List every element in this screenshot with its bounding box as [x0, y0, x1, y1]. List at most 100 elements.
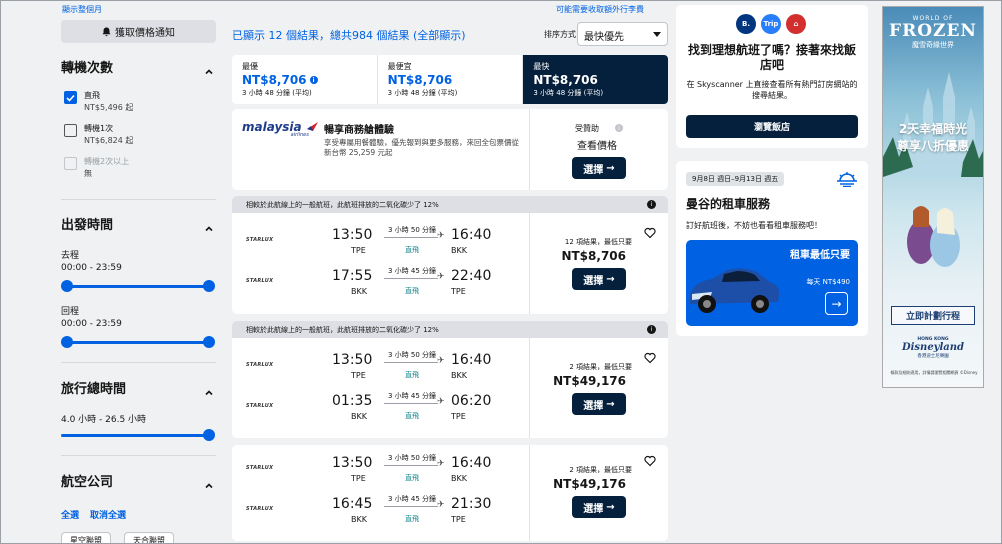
slider-handle-max[interactable]: [203, 280, 215, 292]
stops-option-label: 轉機1次: [84, 124, 114, 133]
flight-duration: 3 小時 50 分鐘: [387, 351, 437, 359]
checkbox-disabled: [64, 157, 77, 170]
route-line: [384, 465, 438, 466]
baggage-fees-link[interactable]: 可能需要收取額外行李費: [556, 4, 644, 15]
price-column: 2 項結果，最低只要 NT$49,176 選擇 →: [529, 445, 668, 541]
stops-option-price: NT$6,824 起: [84, 136, 134, 145]
view-price-label: 查看價格: [577, 141, 617, 152]
stops-label: 直飛: [405, 474, 419, 482]
arrival-time: 16:40: [451, 455, 492, 471]
car-hire-promo[interactable]: 租車最低只要 每天 NT$490 →: [686, 240, 858, 326]
divider: [61, 455, 216, 456]
arrival-time: 16:40: [451, 352, 492, 368]
arrow-right-icon: →: [606, 398, 615, 410]
stops-label: 直飛: [405, 371, 419, 379]
select-all-link[interactable]: 全選: [61, 508, 79, 521]
divider: [61, 362, 216, 363]
starlux-logo: STARLUX: [246, 465, 274, 471]
arrival-airport: BKK: [451, 474, 467, 483]
plane-icon: ✈: [437, 500, 445, 510]
checkbox-checked[interactable]: [64, 91, 77, 104]
plane-icon: ✈: [437, 356, 445, 366]
starlux-logo: STARLUX: [246, 278, 274, 284]
stops-title: 轉機次數: [61, 61, 114, 76]
tab-best[interactable]: 最優 NT$8,706 i 3 小時 48 分鐘 (平均): [232, 55, 378, 104]
co2-banner: 相較於此航線上的一般航班，此航班排放的二氧化碳少了 12% i: [232, 196, 668, 213]
chevron-up-icon[interactable]: [204, 62, 214, 75]
stops-option-direct[interactable]: 直飛 NT$5,496 起: [64, 90, 133, 114]
tab-duration: 3 小時 48 分鐘 (平均): [387, 89, 458, 97]
alliance-button[interactable]: 天合聯盟: [124, 532, 174, 544]
arrow-right-icon[interactable]: →: [825, 292, 848, 315]
heart-icon[interactable]: [644, 227, 656, 239]
castle-image: [883, 72, 983, 267]
result-card[interactable]: STARLUX 13:50 TPE 3 小時 50 分鐘 ✈ 直飛 16:40 …: [232, 338, 668, 438]
show-whole-month-link[interactable]: 顯示整個月: [62, 4, 102, 15]
departure-time: 01:35: [332, 393, 373, 409]
slider-handle-min[interactable]: [61, 336, 73, 348]
info-icon[interactable]: i: [647, 200, 656, 209]
co2-banner: 相較於此航線上的一般航班，此航班排放的二氧化碳少了 12% i: [232, 321, 668, 338]
slider-handle-min[interactable]: [61, 280, 73, 292]
checkbox[interactable]: [64, 124, 77, 137]
return-time-slider[interactable]: [61, 336, 215, 348]
heart-icon[interactable]: [644, 352, 656, 364]
tab-fastest[interactable]: 最快 NT$8,706 3 小時 48 分鐘 (平均): [523, 55, 668, 104]
hk-disneyland-logo: HONG KONG Disneyland 香港迪士尼樂園: [901, 337, 965, 359]
results-count[interactable]: 已顯示 12 個結果，總共984 個結果 (全部顯示): [232, 27, 466, 43]
departure-airport: BKK: [351, 287, 367, 296]
info-icon[interactable]: i: [615, 124, 623, 132]
result-card[interactable]: STARLUX 13:50 TPE 3 小時 50 分鐘 ✈ 直飛 16:40 …: [232, 213, 668, 314]
flight-leg: STARLUX 01:35 BKK 3 小時 45 分鐘 ✈ 直飛 06:20 …: [232, 392, 529, 433]
slider-handle-max[interactable]: [203, 429, 215, 441]
outbound-time-slider[interactable]: [61, 280, 215, 292]
stops-label: 直飛: [405, 515, 419, 523]
info-icon[interactable]: i: [647, 325, 656, 334]
select-button[interactable]: 選擇 →: [572, 496, 626, 518]
tab-label: 最便宜: [387, 62, 412, 71]
duration-range: 4.0 小時 - 26.5 小時: [61, 415, 147, 425]
duration-slider[interactable]: [61, 429, 215, 441]
flight-duration: 3 小時 45 分鐘: [387, 392, 437, 400]
alliance-button[interactable]: 星空聯盟: [61, 532, 111, 544]
tab-cheapest[interactable]: 最便宜 NT$8,706 3 小時 48 分鐘 (平均): [378, 55, 524, 104]
sort-select[interactable]: 最快優先: [577, 22, 668, 46]
select-button[interactable]: 選擇 →: [572, 268, 626, 290]
car-hire-card: 9月8日 週日–9月13日 週五 曼谷的租車服務 訂好航班後，不妨也看看租車服務…: [676, 161, 868, 336]
select-button[interactable]: 選擇 →: [572, 393, 626, 415]
chevron-up-icon[interactable]: [204, 476, 214, 489]
stops-label: 直飛: [405, 412, 419, 420]
select-button[interactable]: 選擇 →: [572, 157, 626, 179]
starlux-logo: STARLUX: [246, 362, 274, 368]
plane-icon: ✈: [437, 397, 445, 407]
price: NT$49,176: [553, 374, 626, 388]
outbound-range: 00:00 - 23:59: [61, 263, 122, 273]
sponsored-label: 受贊助: [575, 124, 599, 133]
starlux-logo: STARLUX: [246, 506, 274, 512]
info-icon[interactable]: i: [309, 76, 318, 84]
kite-logo-icon: [306, 122, 318, 131]
bell-icon: [102, 27, 111, 36]
heart-icon[interactable]: [644, 455, 656, 467]
clear-all-link[interactable]: 取消全選: [90, 508, 126, 521]
slider-handle-max[interactable]: [203, 336, 215, 348]
stops-option-label: 轉機2次以上: [84, 157, 130, 166]
sponsored-ad-card[interactable]: malaysia airlines 暢享商務艙體驗 享受專屬用餐體驗，優先報到與…: [232, 109, 668, 190]
stops-option-one-stop[interactable]: 轉機1次 NT$6,824 起: [64, 123, 133, 147]
chevron-up-icon[interactable]: [204, 383, 214, 396]
departure-time: 13:50: [332, 352, 373, 368]
browse-hotels-button[interactable]: 瀏覽飯店: [686, 115, 858, 138]
tab-duration: 3 小時 48 分鐘 (平均): [533, 89, 604, 97]
disney-frozen-ad[interactable]: WORLD OF FROZEN 魔雪奇緣世界 2天幸福時光 尊享八折優惠 立即計…: [882, 6, 984, 388]
price-alert-label: 獲取價格通知: [115, 28, 175, 39]
price-alert-button[interactable]: 獲取價格通知: [61, 20, 216, 43]
departure-time: 16:45: [332, 496, 373, 512]
chevron-up-icon[interactable]: [204, 219, 214, 232]
departure-time: 13:50: [332, 227, 373, 243]
stops-option-price: NT$5,496 起: [84, 103, 134, 112]
departure-airport: BKK: [351, 515, 367, 524]
ad-fine-print: 條款及細則適用，詳情請瀏覽相關網頁 ©Disney: [890, 370, 978, 375]
result-card[interactable]: STARLUX 13:50 TPE 3 小時 50 分鐘 ✈ 直飛 16:40 …: [232, 445, 668, 541]
tab-price: NT$8,706: [242, 73, 307, 87]
plan-trip-button[interactable]: 立即計劃行程: [891, 306, 975, 325]
